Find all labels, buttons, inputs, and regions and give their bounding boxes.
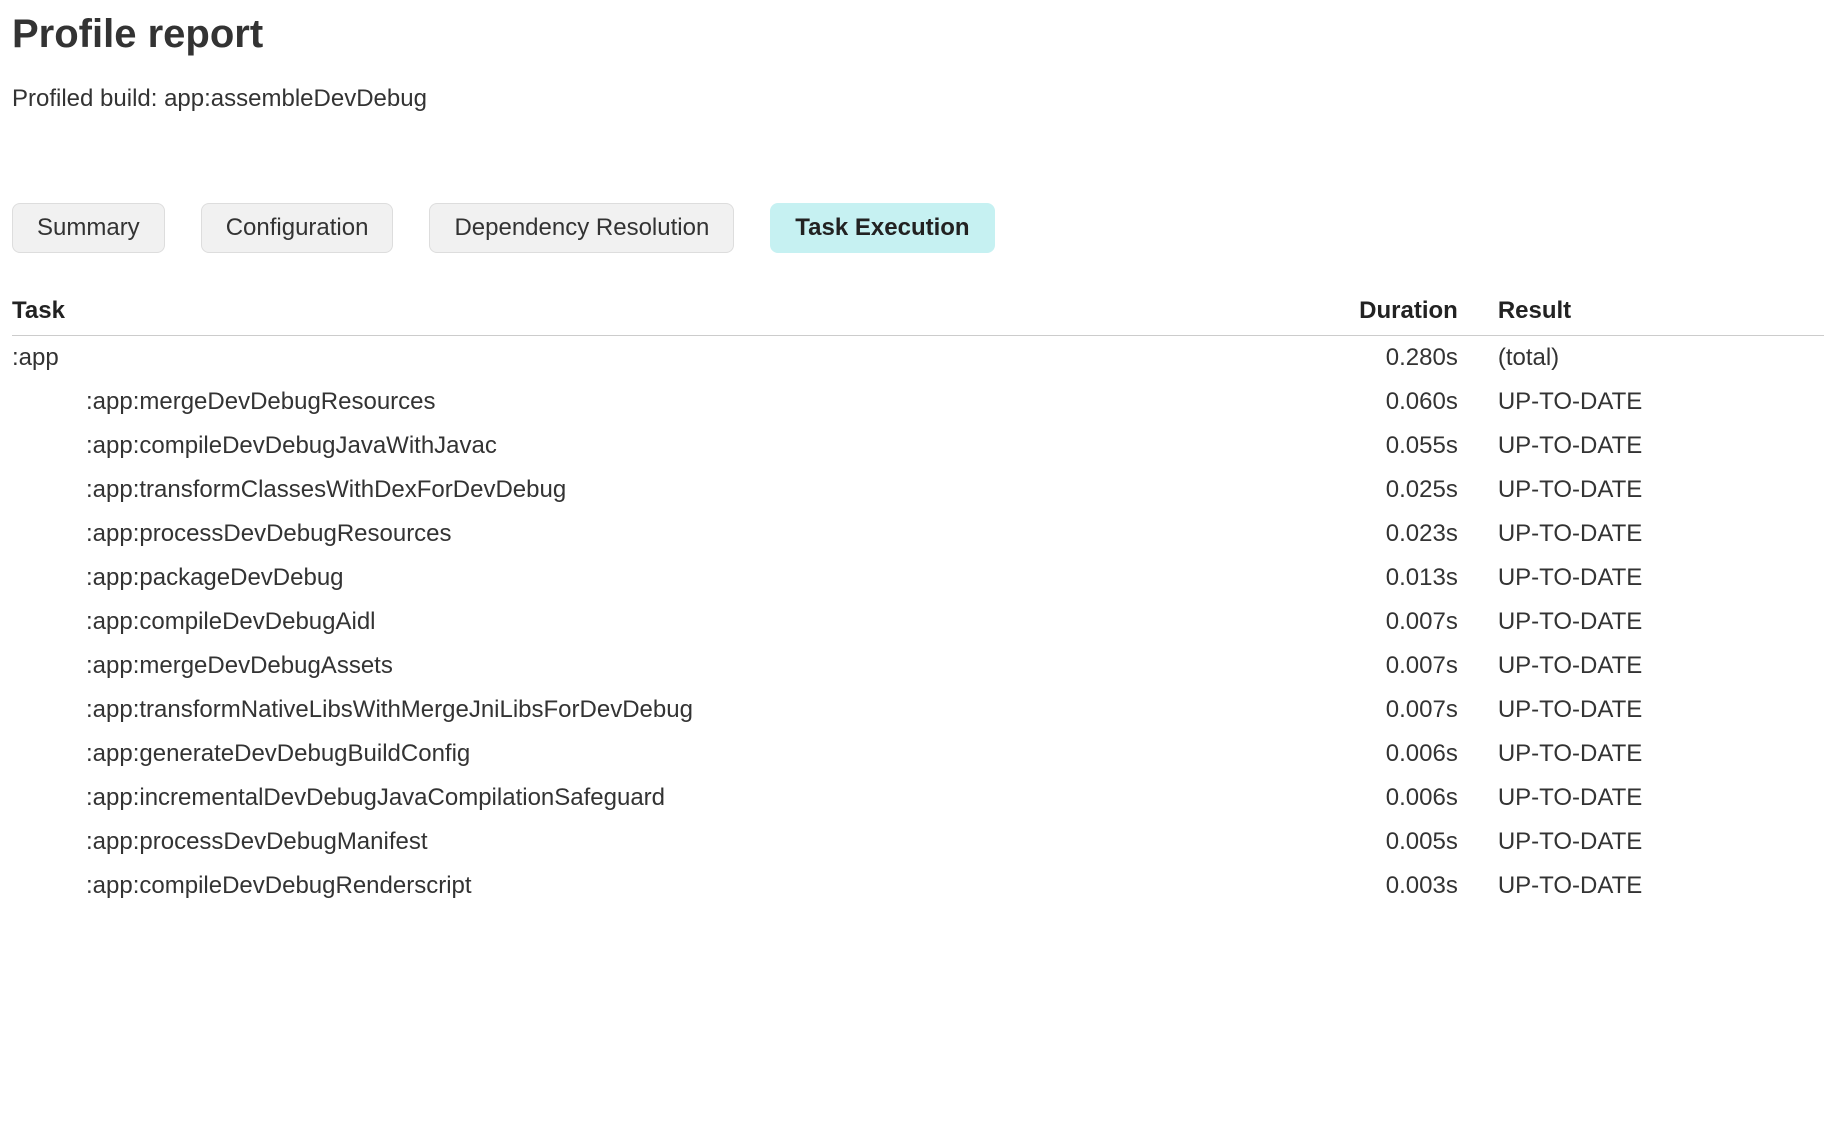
col-header-task: Task — [12, 291, 1208, 336]
task-result: UP-TO-DATE — [1498, 776, 1824, 820]
task-name: :app:transformClassesWithDexForDevDebug — [12, 468, 1208, 512]
table-row: :app:compileDevDebugRenderscript0.003sUP… — [12, 864, 1824, 908]
col-header-duration: Duration — [1208, 291, 1498, 336]
task-name: :app:compileDevDebugJavaWithJavac — [12, 424, 1208, 468]
task-result: UP-TO-DATE — [1498, 380, 1824, 424]
task-name: :app:incrementalDevDebugJavaCompilationS… — [12, 776, 1208, 820]
col-header-result: Result — [1498, 291, 1824, 336]
table-row: :app:processDevDebugResources0.023sUP-TO… — [12, 512, 1824, 556]
task-duration: 0.003s — [1208, 864, 1498, 908]
task-duration: 0.023s — [1208, 512, 1498, 556]
task-name: :app:compileDevDebugAidl — [12, 600, 1208, 644]
task-result: UP-TO-DATE — [1498, 864, 1824, 908]
task-name: :app:mergeDevDebugResources — [12, 380, 1208, 424]
table-row: :app:transformClassesWithDexForDevDebug0… — [12, 468, 1824, 512]
task-name: :app:transformNativeLibsWithMergeJniLibs… — [12, 688, 1208, 732]
task-duration: 0.007s — [1208, 600, 1498, 644]
table-row: :app:transformNativeLibsWithMergeJniLibs… — [12, 688, 1824, 732]
group-name: :app — [12, 336, 1208, 381]
table-row: :app:mergeDevDebugAssets0.007sUP-TO-DATE — [12, 644, 1824, 688]
task-name: :app:processDevDebugManifest — [12, 820, 1208, 864]
task-result: UP-TO-DATE — [1498, 424, 1824, 468]
task-duration: 0.060s — [1208, 380, 1498, 424]
task-table: Task Duration Result :app0.280s(total):a… — [12, 291, 1824, 908]
task-name: :app:packageDevDebug — [12, 556, 1208, 600]
task-duration: 0.006s — [1208, 776, 1498, 820]
profiled-build-subtitle: Profiled build: app:assembleDevDebug — [12, 85, 1824, 113]
task-duration: 0.007s — [1208, 688, 1498, 732]
task-duration: 0.006s — [1208, 732, 1498, 776]
table-row: :app:packageDevDebug0.013sUP-TO-DATE — [12, 556, 1824, 600]
tab-dependency-resolution[interactable]: Dependency Resolution — [429, 203, 734, 253]
task-name: :app:compileDevDebugRenderscript — [12, 864, 1208, 908]
task-result: UP-TO-DATE — [1498, 644, 1824, 688]
task-duration: 0.025s — [1208, 468, 1498, 512]
table-row: :app:mergeDevDebugResources0.060sUP-TO-D… — [12, 380, 1824, 424]
tab-configuration[interactable]: Configuration — [201, 203, 394, 253]
task-duration: 0.055s — [1208, 424, 1498, 468]
group-duration: 0.280s — [1208, 336, 1498, 381]
task-result: UP-TO-DATE — [1498, 556, 1824, 600]
task-name: :app:generateDevDebugBuildConfig — [12, 732, 1208, 776]
group-result: (total) — [1498, 336, 1824, 381]
task-result: UP-TO-DATE — [1498, 512, 1824, 556]
task-duration: 0.013s — [1208, 556, 1498, 600]
task-result: UP-TO-DATE — [1498, 688, 1824, 732]
task-result: UP-TO-DATE — [1498, 820, 1824, 864]
task-duration: 0.005s — [1208, 820, 1498, 864]
task-result: UP-TO-DATE — [1498, 732, 1824, 776]
table-group-row: :app0.280s(total) — [12, 336, 1824, 381]
table-row: :app:processDevDebugManifest0.005sUP-TO-… — [12, 820, 1824, 864]
tabs-container: Summary Configuration Dependency Resolut… — [12, 203, 1824, 253]
table-row: :app:incrementalDevDebugJavaCompilationS… — [12, 776, 1824, 820]
table-row: :app:compileDevDebugJavaWithJavac0.055sU… — [12, 424, 1824, 468]
page-title: Profile report — [12, 12, 1824, 57]
tab-summary[interactable]: Summary — [12, 203, 165, 253]
task-name: :app:processDevDebugResources — [12, 512, 1208, 556]
task-result: UP-TO-DATE — [1498, 600, 1824, 644]
table-row: :app:compileDevDebugAidl0.007sUP-TO-DATE — [12, 600, 1824, 644]
table-row: :app:generateDevDebugBuildConfig0.006sUP… — [12, 732, 1824, 776]
tab-task-execution[interactable]: Task Execution — [770, 203, 994, 253]
task-duration: 0.007s — [1208, 644, 1498, 688]
task-result: UP-TO-DATE — [1498, 468, 1824, 512]
task-name: :app:mergeDevDebugAssets — [12, 644, 1208, 688]
